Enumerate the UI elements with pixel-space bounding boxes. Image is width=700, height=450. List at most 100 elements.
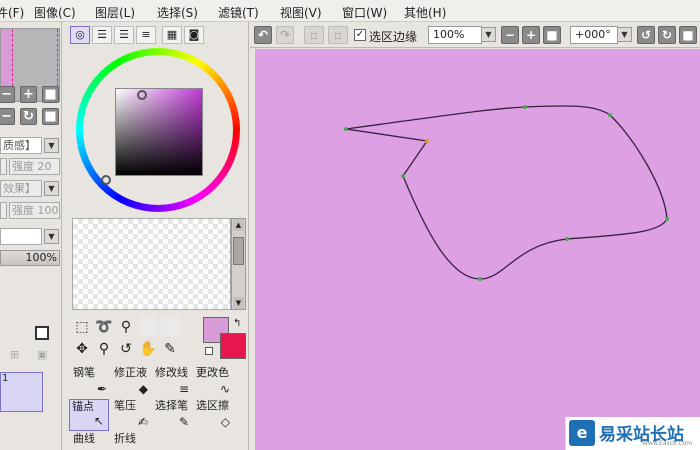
magic-wand-icon[interactable]: ⚲ <box>117 318 135 336</box>
curve-stroke[interactable] <box>345 105 668 280</box>
brush-polyline[interactable]: 折线 <box>112 432 152 450</box>
anchor-icon: ↖ <box>93 414 104 428</box>
reset-colors-icon[interactable] <box>205 347 213 355</box>
color-tools-panel: ◎ ☰ ☰ ≡ ▦ ◙ ▲ ▼ ⬚ ➰ ⚲ ✥ ⚲ ↺ ✋ ✎ ↰ 钢笔 ✒ 修正… <box>63 22 249 450</box>
menu-other[interactable]: 其他(H) <box>404 4 446 21</box>
menu-window[interactable]: 窗口(W) <box>342 4 387 21</box>
rotation-field[interactable]: +000° <box>570 26 618 44</box>
undo-button[interactable]: ↶ <box>254 26 272 44</box>
texture-toggle[interactable] <box>0 158 7 175</box>
rect-select-icon[interactable]: ⬚ <box>73 318 91 336</box>
scratchpad-scrollbar[interactable]: ▲ ▼ <box>231 218 246 310</box>
opacity-slider[interactable]: 100% <box>0 250 60 266</box>
effect-dropdown-arrow[interactable]: ▼ <box>44 181 59 196</box>
background-color-swatch[interactable] <box>220 333 246 359</box>
brush-correction[interactable]: 修正液 ◆ <box>112 366 152 398</box>
scratchpad-area[interactable] <box>72 218 231 310</box>
brush-change-color[interactable]: 更改色 ∿ <box>194 366 234 398</box>
toolbar-rotate-right-button[interactable]: ↻ <box>658 26 676 44</box>
delete-layer-icon[interactable]: ▣ <box>37 348 49 362</box>
zoom-in-button[interactable]: + <box>20 86 37 103</box>
anchor-point[interactable] <box>523 105 527 109</box>
brush-select-eraser[interactable]: 选区擦 ◇ <box>194 399 234 431</box>
anchor-point[interactable] <box>608 113 612 117</box>
brush-pressure[interactable]: 笔压 ✍ <box>112 399 152 431</box>
selection-edge-checkbox[interactable]: ✓ <box>354 29 366 41</box>
menu-select[interactable]: 选择(S) <box>157 4 198 21</box>
toolbar-rotate-reset-button[interactable]: ■ <box>679 26 697 44</box>
menu-layer[interactable]: 图层(L) <box>95 4 135 21</box>
swatch-tab-icon[interactable]: ▦ <box>162 26 182 44</box>
anchor-point[interactable] <box>478 277 482 281</box>
lasso-icon[interactable]: ➰ <box>95 318 113 336</box>
brush-curve[interactable]: 曲线 <box>71 432 111 450</box>
swap-colors-icon[interactable]: ↰ <box>233 318 241 329</box>
zoom-icon[interactable]: ⚲ <box>95 340 113 358</box>
zoom-field[interactable]: 100% <box>428 26 482 44</box>
brush-anchor[interactable]: 锚点 ↖ <box>69 399 109 431</box>
scratchpad-tab-icon[interactable]: ◙ <box>184 26 204 44</box>
anchor-point[interactable] <box>665 217 669 221</box>
gradient-slider-tab-icon[interactable]: ≡ <box>136 26 156 44</box>
hue-marker[interactable] <box>101 175 111 185</box>
anchor-point[interactable] <box>401 174 405 178</box>
mask-toggle-icon[interactable] <box>35 326 49 340</box>
drawing-canvas[interactable] <box>255 49 700 450</box>
scroll-thumb[interactable] <box>233 237 244 265</box>
toolbar-rotate-left-button[interactable]: ↺ <box>637 26 655 44</box>
color-wheel-tab-icon[interactable]: ◎ <box>70 26 90 44</box>
brush-select-pen[interactable]: 选择笔 ✎ <box>153 399 193 431</box>
brush-label: 锚点 <box>72 400 94 413</box>
menu-view[interactable]: 视图(V) <box>280 4 322 21</box>
saturation-value-box[interactable] <box>115 88 203 176</box>
rotation-dropdown-arrow[interactable]: ▼ <box>617 27 632 42</box>
toolbar-zoom-in-button[interactable]: + <box>522 26 540 44</box>
brush-edit-line[interactable]: 修改线 ≡ <box>153 366 193 398</box>
pressure-icon: ✍ <box>137 415 148 429</box>
rgb-slider-tab-icon[interactable]: ☰ <box>92 26 112 44</box>
blend-mode-select[interactable] <box>0 228 42 245</box>
texture-select[interactable]: 质感】 <box>0 137 42 154</box>
hsv-slider-tab-icon[interactable]: ☰ <box>114 26 134 44</box>
brush-label: 选区擦 <box>196 399 229 412</box>
layer-row[interactable]: 1 <box>0 372 43 412</box>
toolbar-zoom-reset-button[interactable]: ■ <box>543 26 561 44</box>
sv-marker[interactable] <box>137 90 147 100</box>
deselect-button[interactable]: ▫ <box>304 26 324 44</box>
redo-button[interactable]: ↷ <box>276 26 294 44</box>
zoom-reset-button[interactable]: ■ <box>42 86 59 103</box>
texture-strength-field[interactable]: 强度 20 <box>9 158 60 175</box>
anchor-point[interactable] <box>565 237 569 241</box>
menu-bar: 件(F) 图像(C) 图层(L) 选择(S) 滤镜(T) 视图(V) 窗口(W)… <box>0 0 700 22</box>
brush-label: 笔压 <box>114 399 136 412</box>
vector-path[interactable] <box>255 49 700 450</box>
empty-slot-1 <box>139 318 157 336</box>
texture-dropdown-arrow[interactable]: ▼ <box>44 138 59 153</box>
brush-pen[interactable]: 钢笔 ✒ <box>71 366 111 398</box>
rotate-right-button[interactable]: ↻ <box>20 108 37 125</box>
menu-file[interactable]: 件(F) <box>0 4 24 21</box>
zoom-out-button[interactable]: − <box>0 86 15 103</box>
scroll-down-icon[interactable]: ▼ <box>233 297 244 309</box>
toolbar-zoom-out-button[interactable]: − <box>501 26 519 44</box>
rotate-icon[interactable]: ↺ <box>117 340 135 358</box>
new-layer-set-icon[interactable]: ⊞ <box>10 348 24 361</box>
effect-select[interactable]: 效果】 <box>0 180 42 197</box>
zoom-dropdown-arrow[interactable]: ▼ <box>481 27 496 42</box>
effect-toggle[interactable] <box>0 202 7 219</box>
anchor-point[interactable] <box>425 139 429 143</box>
scroll-up-icon[interactable]: ▲ <box>233 219 244 231</box>
strength-value: 20 <box>37 160 52 173</box>
rotate-reset-button[interactable]: ■ <box>42 108 59 125</box>
invert-selection-button[interactable]: ▫ <box>328 26 348 44</box>
menu-image[interactable]: 图像(C) <box>34 4 76 21</box>
anchor-point[interactable] <box>344 127 348 131</box>
eyedropper-icon[interactable]: ✎ <box>161 340 179 358</box>
effect-strength-field[interactable]: 强度 100 <box>9 202 60 219</box>
rotate-left-button[interactable]: − <box>0 108 15 125</box>
menu-filter[interactable]: 滤镜(T) <box>218 4 259 21</box>
move-icon[interactable]: ✥ <box>73 340 91 358</box>
blend-mode-dropdown-arrow[interactable]: ▼ <box>44 229 59 244</box>
hand-icon[interactable]: ✋ <box>139 340 157 358</box>
brush-label: 选择笔 <box>155 399 188 412</box>
